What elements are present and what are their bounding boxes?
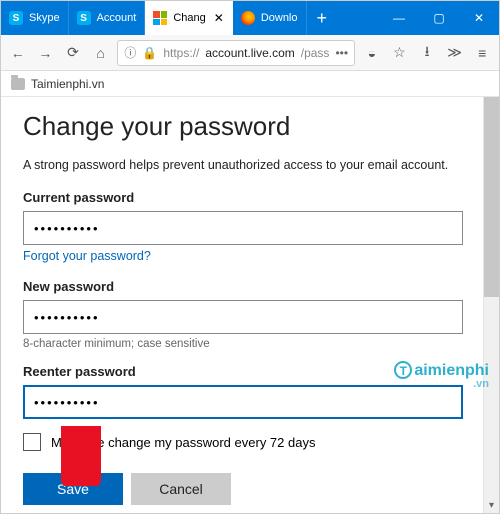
microsoft-icon (153, 11, 167, 25)
tab-skype[interactable]: S Skype (1, 1, 69, 35)
forgot-password-link[interactable]: Forgot your password? (23, 249, 151, 263)
url-bar[interactable]: ⓘ 🔒 https:// account.live.com/pass ••• (117, 40, 355, 66)
bookmarks-bar: Taimienphi.vn (1, 71, 499, 97)
back-button[interactable]: ← (7, 40, 29, 66)
checkbox-label: Make me change my password every 72 days (51, 435, 315, 450)
page-content: Change your password A strong password h… (1, 97, 499, 505)
overflow-menu-icon[interactable]: ≫ (444, 40, 466, 66)
tab-downloads[interactable]: Downlo (233, 1, 307, 35)
close-tab-icon[interactable]: ✕ (214, 11, 224, 25)
page-title: Change your password (23, 111, 477, 142)
url-path: /pass (301, 46, 330, 60)
save-button[interactable]: Save (23, 473, 123, 505)
password-hint: 8-character minimum; case sensitive (23, 338, 477, 350)
page-actions-icon[interactable]: ••• (335, 46, 348, 60)
tab-label: Chang (173, 12, 205, 24)
browser-titlebar: S Skype S Account Chang ✕ Downlo + — ▢ ✕ (1, 1, 499, 35)
firefox-icon (241, 11, 255, 25)
tab-account[interactable]: S Account (69, 1, 146, 35)
reenter-password-label: Reenter password (23, 364, 477, 379)
url-prefix: https:// (163, 46, 199, 60)
reload-button[interactable]: ⟳ (62, 40, 84, 66)
menu-icon[interactable]: ≡ (471, 40, 493, 66)
downloads-icon[interactable]: ⭳ (416, 40, 438, 66)
site-info-icon[interactable]: ⓘ (124, 44, 136, 61)
tab-label: Downlo (261, 12, 298, 24)
tab-label: Skype (29, 12, 60, 24)
reenter-password-input[interactable] (23, 385, 463, 419)
pocket-icon[interactable]: ◒ (361, 40, 383, 66)
change-every-72-checkbox[interactable] (23, 433, 41, 451)
bookmark-star-icon[interactable]: ☆ (389, 40, 411, 66)
new-password-label: New password (23, 279, 477, 294)
page-subtitle: A strong password helps prevent unauthor… (23, 158, 477, 172)
cancel-button[interactable]: Cancel (131, 473, 231, 505)
home-button[interactable]: ⌂ (90, 40, 112, 66)
lock-icon: 🔒 (142, 46, 157, 60)
bookmark-item[interactable]: Taimienphi.vn (31, 77, 104, 91)
scroll-down-arrow-icon[interactable]: ▾ (484, 497, 499, 513)
tab-label: Account (97, 12, 137, 24)
current-password-label: Current password (23, 190, 477, 205)
skype-icon: S (77, 11, 91, 25)
current-password-input[interactable] (23, 211, 463, 245)
vertical-scrollbar[interactable]: ▾ (483, 97, 499, 513)
window-maximize-button[interactable]: ▢ (419, 1, 459, 35)
folder-icon (11, 78, 25, 90)
scrollbar-thumb[interactable] (484, 97, 499, 297)
new-password-input[interactable] (23, 300, 463, 334)
forward-button[interactable]: → (35, 40, 57, 66)
browser-toolbar: ← → ⟳ ⌂ ⓘ 🔒 https:// account.live.com/pas… (1, 35, 499, 71)
url-host: account.live.com (205, 46, 294, 60)
window-minimize-button[interactable]: — (379, 1, 419, 35)
window-close-button[interactable]: ✕ (459, 1, 499, 35)
tab-change-password[interactable]: Chang ✕ (145, 1, 232, 35)
skype-icon: S (9, 11, 23, 25)
new-tab-button[interactable]: + (307, 1, 338, 35)
